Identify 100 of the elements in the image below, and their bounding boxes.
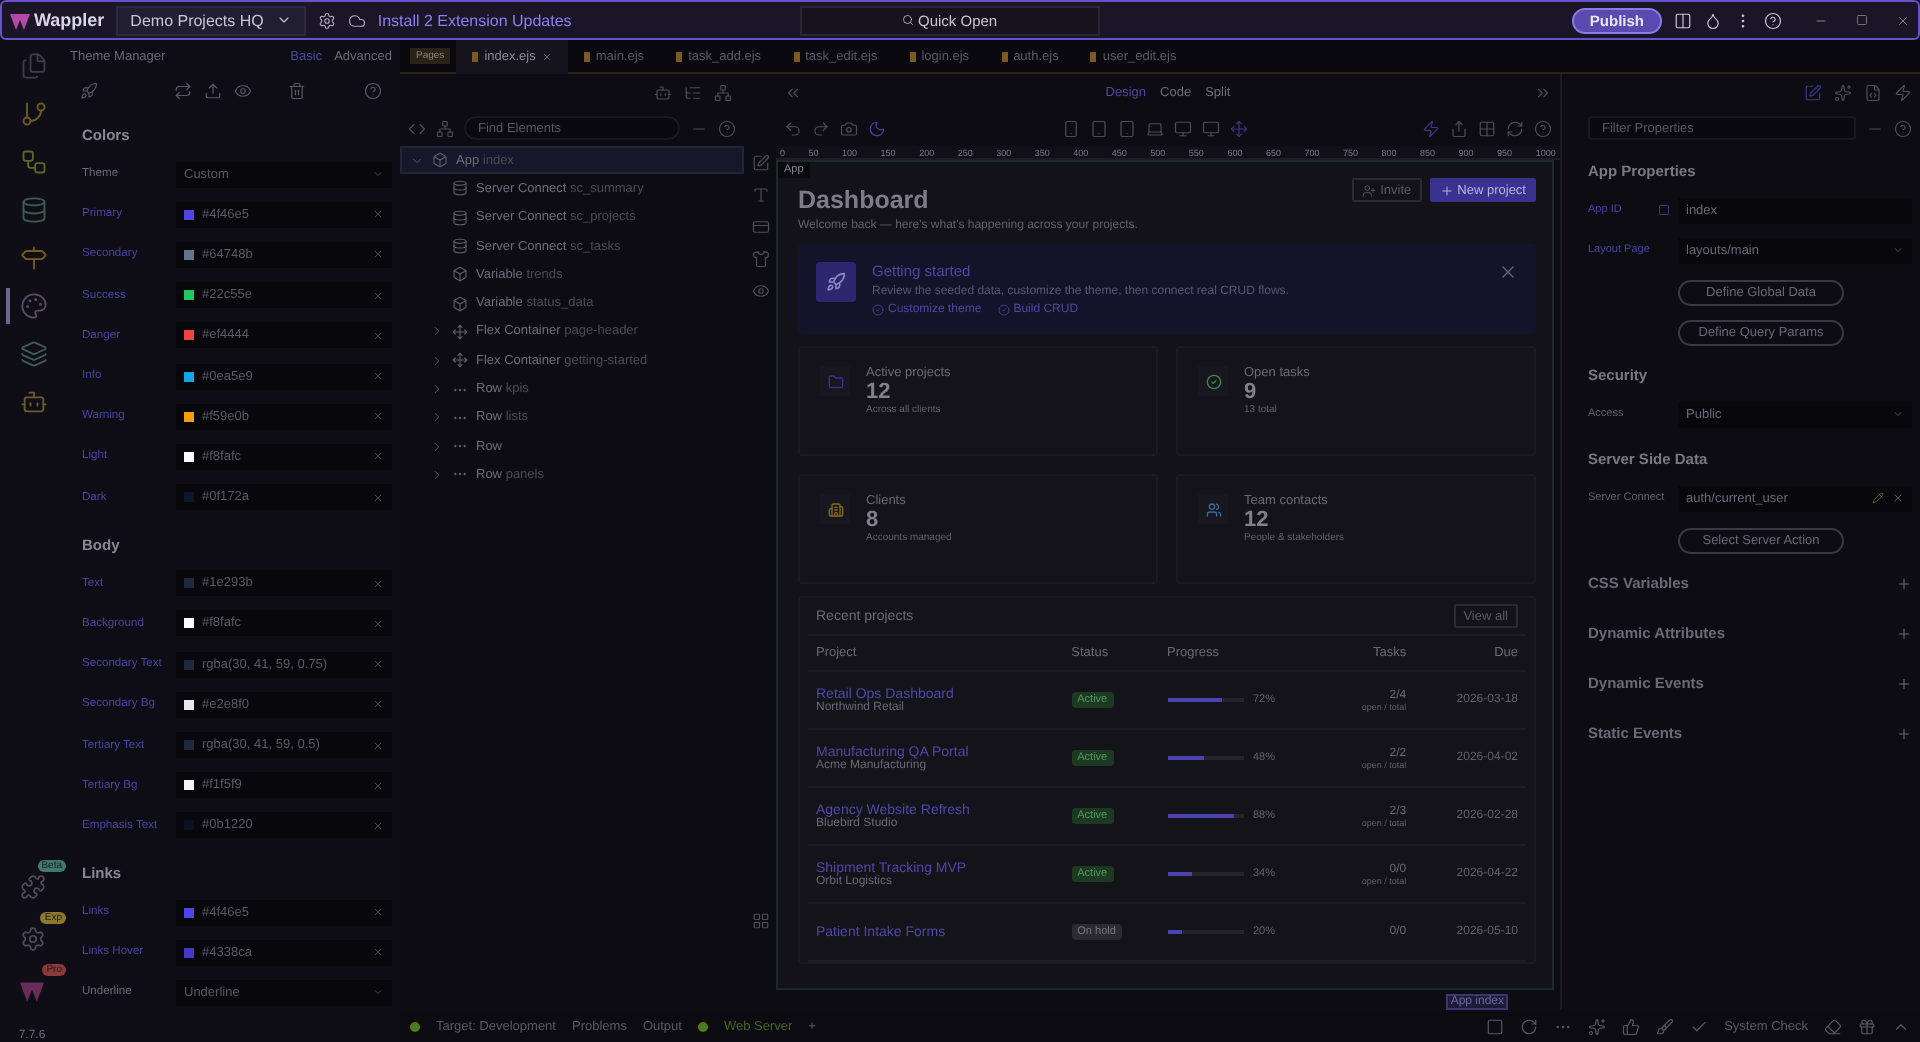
chevron-icon[interactable] <box>430 324 444 339</box>
clear-icon[interactable] <box>372 779 384 792</box>
clear-icon[interactable] <box>1892 492 1904 504</box>
app-logo: Wappler <box>10 10 105 30</box>
edit-icon[interactable] <box>751 154 769 172</box>
edit-icon[interactable] <box>1804 83 1822 101</box>
clear-icon[interactable] <box>372 370 384 383</box>
chevron-icon[interactable] <box>430 410 444 425</box>
clear-icon[interactable] <box>372 208 384 221</box>
monitor-icon[interactable] <box>1173 119 1191 137</box>
clear-icon[interactable] <box>372 946 384 959</box>
clear-icon[interactable] <box>372 577 384 590</box>
chevron-icon[interactable] <box>410 153 424 168</box>
trash-icon[interactable] <box>288 82 306 100</box>
updates-link[interactable]: Install 2 Extension Updates <box>377 11 572 29</box>
clear-icon[interactable] <box>372 248 384 261</box>
clear-icon[interactable] <box>372 658 384 671</box>
cube-icon <box>432 152 448 169</box>
robot-icon[interactable] <box>654 83 672 101</box>
list-icon[interactable] <box>684 83 702 101</box>
clear-icon[interactable] <box>372 698 384 711</box>
progress-bar <box>1167 813 1243 819</box>
code-icon[interactable] <box>408 119 426 137</box>
progress-bar <box>1167 871 1243 877</box>
code-file-icon[interactable] <box>1864 83 1882 101</box>
clear-icon[interactable] <box>372 739 384 752</box>
puzzle-icon[interactable] <box>19 873 45 899</box>
text-icon[interactable] <box>751 186 769 204</box>
maximize-icon[interactable] <box>1856 14 1868 26</box>
clear-icon[interactable] <box>372 617 384 630</box>
cloud-icon[interactable] <box>347 11 366 29</box>
collapse-right-icon[interactable] <box>1534 83 1552 101</box>
clear-icon[interactable] <box>372 410 384 423</box>
sparkle-icon[interactable] <box>1588 1017 1607 1035</box>
collapse-left-icon[interactable] <box>784 83 802 101</box>
camera-icon[interactable] <box>840 119 858 137</box>
eye-icon[interactable] <box>234 82 252 100</box>
shirt-icon[interactable] <box>751 250 769 268</box>
chevron-down-icon[interactable] <box>275 12 292 28</box>
database-icon <box>452 209 468 226</box>
check-icon[interactable] <box>1690 1017 1709 1035</box>
chevron-down-icon <box>1892 408 1904 420</box>
droplet-icon[interactable] <box>1704 11 1722 29</box>
share-icon[interactable] <box>1450 119 1468 137</box>
users-icon <box>1198 494 1228 524</box>
page-title: Dashboard <box>798 186 931 214</box>
repeat-icon[interactable] <box>174 82 192 100</box>
flow-icon <box>20 148 48 176</box>
grid-icon[interactable] <box>1478 119 1496 137</box>
tablet-icon[interactable] <box>1089 119 1107 137</box>
eraser-icon[interactable] <box>1824 1017 1842 1035</box>
pencil-icon[interactable] <box>1872 492 1884 504</box>
columns-icon[interactable] <box>1674 11 1692 29</box>
rocket-icon[interactable] <box>80 82 98 100</box>
chevron-icon[interactable] <box>430 382 444 397</box>
check-circle-icon <box>872 304 884 316</box>
redo-icon[interactable] <box>812 119 830 137</box>
database-icon <box>20 196 48 224</box>
clear-icon[interactable] <box>372 450 384 463</box>
plus-icon <box>1439 183 1454 197</box>
clear-icon[interactable] <box>372 329 384 342</box>
clear-icon[interactable] <box>372 491 384 504</box>
sparkle-icon[interactable] <box>1834 83 1852 101</box>
thumbs-up-icon[interactable] <box>1622 1017 1641 1035</box>
clear-icon[interactable] <box>372 289 384 302</box>
settings-icon[interactable] <box>317 11 336 29</box>
hierarchy-icon[interactable] <box>436 119 454 137</box>
project-select[interactable]: Demo Projects HQ <box>116 5 306 35</box>
refresh-icon[interactable] <box>1506 119 1524 137</box>
laptop-icon[interactable] <box>1145 119 1163 137</box>
gift-icon[interactable] <box>1858 1017 1876 1035</box>
robot-icon <box>20 388 48 416</box>
phone-icon[interactable] <box>1061 119 1079 137</box>
chevron-icon[interactable] <box>430 353 444 368</box>
tablet-icon[interactable] <box>1117 119 1135 137</box>
undo-icon[interactable] <box>784 119 802 137</box>
card-icon[interactable] <box>751 218 769 236</box>
database-icon <box>452 238 468 255</box>
hierarchy-icon[interactable] <box>714 83 732 101</box>
clear-icon[interactable] <box>372 906 384 919</box>
eye-icon[interactable] <box>751 282 769 300</box>
monitor-icon[interactable] <box>1201 119 1219 137</box>
grid-icon[interactable] <box>751 912 769 930</box>
move-icon[interactable] <box>1229 119 1247 137</box>
check-circle-icon <box>997 304 1010 316</box>
reload-icon[interactable] <box>1520 1017 1539 1035</box>
square-icon[interactable] <box>1486 1017 1505 1035</box>
moon-icon[interactable] <box>868 119 886 137</box>
status-dot <box>697 1021 708 1031</box>
lightning-icon[interactable] <box>1422 119 1440 137</box>
lightning-icon[interactable] <box>1894 83 1912 101</box>
chevron-icon[interactable] <box>430 467 444 482</box>
clear-icon[interactable] <box>372 819 384 832</box>
chevron-icon[interactable] <box>430 439 444 454</box>
close-icon[interactable] <box>1498 262 1518 282</box>
close-icon[interactable] <box>1896 13 1910 27</box>
logo-icon[interactable] <box>20 979 44 1001</box>
layers-icon <box>20 340 48 368</box>
brush-icon[interactable] <box>1656 1017 1675 1035</box>
upload-icon[interactable] <box>204 82 222 100</box>
